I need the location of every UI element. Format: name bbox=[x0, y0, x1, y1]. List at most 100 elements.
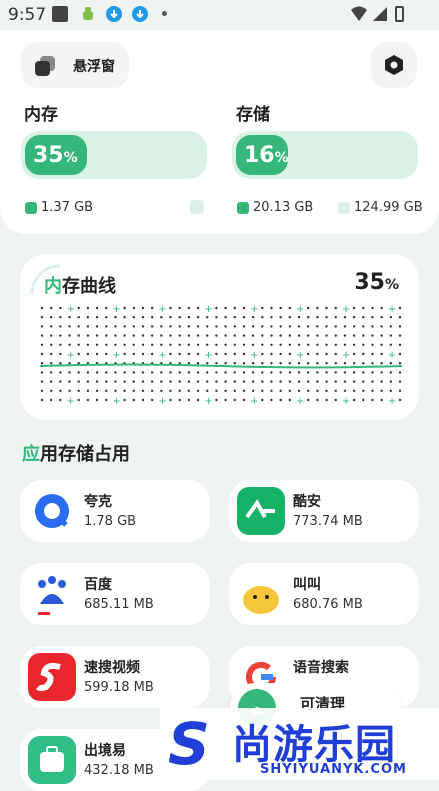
grid-dot bbox=[105, 398, 108, 402]
grid-dot bbox=[215, 389, 218, 392]
grid-dot bbox=[233, 362, 236, 365]
memory-curve-card[interactable]: 内存曲线 35% + + + + + + + + + + + + + + + + + + + + + + + + bbox=[20, 254, 419, 420]
grid-dot bbox=[343, 343, 347, 346]
grid-dot bbox=[59, 316, 62, 319]
grid-dot bbox=[114, 325, 117, 328]
grid-dot bbox=[141, 334, 145, 337]
grid-dot bbox=[362, 352, 365, 356]
memory-curve-title: 内存曲线 bbox=[44, 276, 116, 297]
grid-dot bbox=[389, 362, 393, 365]
grid-dot bbox=[123, 380, 126, 383]
grid-dot bbox=[40, 389, 44, 392]
coolapk-icon bbox=[237, 487, 285, 535]
grid-dot bbox=[279, 389, 282, 392]
used-swatch bbox=[25, 201, 37, 214]
grid-dot bbox=[297, 362, 301, 365]
grid-plus: + bbox=[158, 304, 166, 315]
used-swatch bbox=[237, 201, 249, 214]
grid-dot bbox=[169, 352, 172, 356]
app-card-quark[interactable]: 夸克 1.78 GB bbox=[20, 480, 210, 542]
grid-dot bbox=[224, 334, 227, 337]
grid-dot bbox=[251, 334, 255, 337]
grid-dot bbox=[224, 389, 227, 392]
grid-dot bbox=[233, 352, 236, 356]
grid-dot bbox=[334, 316, 337, 319]
grid-dot bbox=[352, 352, 356, 356]
grid-dot bbox=[68, 343, 71, 346]
grid-dot bbox=[169, 306, 172, 310]
grid-dot bbox=[251, 343, 255, 346]
grid-dot bbox=[160, 334, 163, 337]
grid-dot bbox=[307, 325, 310, 328]
grid-plus: + bbox=[296, 350, 304, 361]
grid-dot bbox=[316, 352, 319, 356]
grid-dot bbox=[307, 362, 310, 365]
app-card-baidu[interactable]: 百度 685.11 MB bbox=[20, 563, 210, 625]
grid-dot bbox=[160, 343, 163, 346]
grid-dot bbox=[316, 325, 319, 328]
grid-dot bbox=[261, 352, 264, 356]
settings-button[interactable] bbox=[371, 42, 417, 88]
grid-dot bbox=[279, 306, 282, 310]
grid-dot bbox=[178, 325, 181, 328]
grid-dot bbox=[242, 316, 246, 319]
grid-dot bbox=[270, 316, 273, 319]
grid-dot bbox=[141, 398, 145, 402]
grid-dot bbox=[261, 325, 264, 328]
grid-dot bbox=[398, 306, 402, 310]
storage-title: 存储 bbox=[236, 105, 270, 125]
grid-plus: + bbox=[296, 396, 304, 404]
grid-dot bbox=[123, 343, 126, 346]
grid-dot bbox=[316, 334, 319, 337]
app-card-jiaojiao[interactable]: 叫叫 680.76 MB bbox=[229, 563, 419, 625]
grid-dot bbox=[132, 389, 135, 392]
grid-dot bbox=[288, 362, 292, 365]
debug-icon bbox=[80, 6, 96, 22]
grid-dot bbox=[105, 389, 108, 392]
grid-dot bbox=[150, 325, 154, 328]
grid-dot bbox=[242, 389, 246, 392]
app-card-susou[interactable]: 速搜视频 599.18 MB bbox=[20, 646, 210, 708]
grid-dot bbox=[132, 306, 135, 310]
memory-title: 内存 bbox=[24, 105, 58, 125]
grid-dot bbox=[362, 389, 365, 392]
app-size: 599.18 MB bbox=[84, 680, 154, 695]
grid-dot bbox=[279, 380, 282, 383]
grid-dot bbox=[224, 316, 227, 319]
grid-dot bbox=[389, 343, 393, 346]
grid-dot bbox=[343, 316, 347, 319]
grid-dot bbox=[49, 398, 53, 402]
grid-dot bbox=[380, 316, 383, 319]
grid-dot bbox=[334, 306, 337, 310]
grid-plus: + bbox=[204, 304, 212, 315]
grid-dot bbox=[316, 398, 319, 402]
grid-dot bbox=[105, 352, 108, 356]
app-card-coolapk[interactable]: 酷安 773.74 MB bbox=[229, 480, 419, 542]
grid-dot bbox=[187, 371, 191, 374]
grid-dot bbox=[270, 334, 273, 337]
grid-dot bbox=[86, 306, 90, 310]
grid-dot bbox=[196, 362, 200, 365]
grid-dot bbox=[215, 306, 218, 310]
grid-dot bbox=[325, 371, 328, 374]
grid-dot bbox=[398, 380, 402, 383]
grid-dot bbox=[343, 380, 347, 383]
grid-dot bbox=[40, 380, 44, 383]
grid-dot bbox=[49, 316, 53, 319]
grid-dot bbox=[187, 334, 191, 337]
float-window-button[interactable]: 悬浮窗 bbox=[21, 42, 129, 88]
grid-dot bbox=[141, 306, 145, 310]
grid-dot bbox=[316, 306, 319, 310]
grid-dot bbox=[334, 352, 337, 356]
storage-percent: 16% bbox=[244, 143, 289, 168]
grid-dot bbox=[224, 325, 227, 328]
grid-dot bbox=[270, 380, 273, 383]
grid-dot bbox=[77, 352, 80, 356]
grid-dot bbox=[288, 389, 292, 392]
grid-dot bbox=[288, 371, 292, 374]
watermark-url: SHYIYUANYK.COM bbox=[260, 762, 407, 777]
grid-dot bbox=[132, 334, 135, 337]
grid-dot bbox=[105, 334, 108, 337]
grid-dot bbox=[123, 398, 126, 402]
grid-dot bbox=[49, 334, 53, 337]
